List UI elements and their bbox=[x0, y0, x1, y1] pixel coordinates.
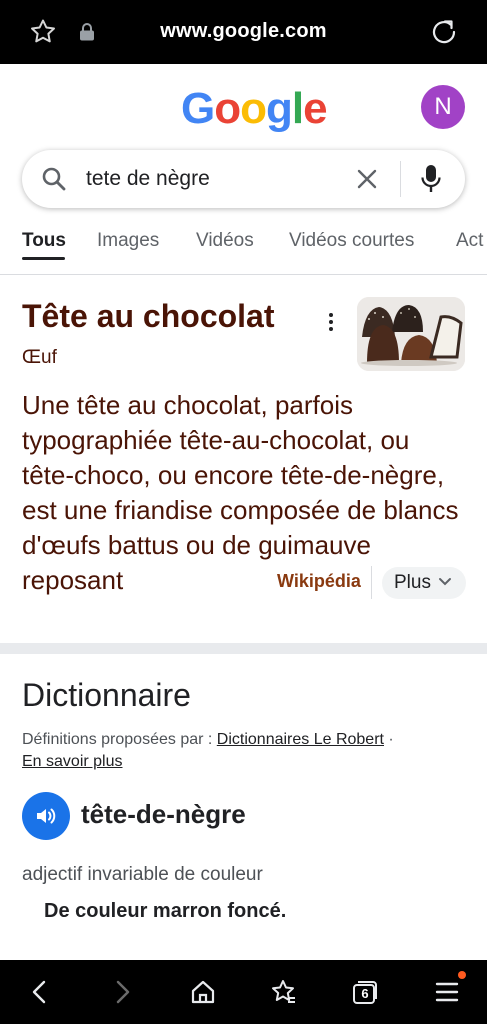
more-options-icon[interactable] bbox=[322, 310, 340, 334]
panel-divider bbox=[371, 566, 372, 599]
section-divider bbox=[0, 643, 487, 654]
tab-count: 6 bbox=[361, 986, 369, 1001]
microphone-icon[interactable] bbox=[420, 163, 442, 195]
account-avatar[interactable]: N bbox=[421, 85, 465, 129]
definition-text: De couleur marron foncé. bbox=[44, 900, 287, 922]
knowledge-panel-subtitle: Œuf bbox=[22, 347, 57, 368]
browser-top-bar: www.google.com bbox=[0, 0, 487, 64]
bookmarks-icon[interactable] bbox=[270, 978, 298, 1006]
tab-short-videos[interactable]: Vidéos courtes bbox=[289, 230, 414, 252]
wikipedia-link[interactable]: Wikipédia bbox=[273, 571, 361, 592]
chevron-down-icon bbox=[439, 578, 451, 586]
google-logo[interactable]: Google bbox=[181, 84, 328, 134]
address-bar-url[interactable]: www.google.com bbox=[0, 20, 487, 43]
search-divider bbox=[400, 161, 401, 197]
source-separator: · bbox=[383, 731, 394, 748]
notification-dot bbox=[458, 971, 466, 979]
forward-icon[interactable] bbox=[108, 978, 136, 1006]
home-icon[interactable] bbox=[189, 978, 217, 1006]
logo-letter: l bbox=[291, 84, 304, 133]
dictionary-source: Définitions proposées par : Dictionnaire… bbox=[22, 729, 467, 773]
pronunciation-button[interactable] bbox=[22, 792, 70, 840]
dictionary-headword: tête-de-nègre bbox=[81, 799, 246, 829]
tab-videos[interactable]: Vidéos bbox=[196, 230, 254, 252]
speaker-icon bbox=[37, 808, 56, 824]
source-prefix: Définitions proposées par : bbox=[22, 731, 217, 748]
back-icon[interactable] bbox=[26, 978, 54, 1006]
active-tab-indicator bbox=[22, 257, 65, 260]
learn-more-link[interactable]: En savoir plus bbox=[22, 753, 123, 770]
provider-link[interactable]: Dictionnaires Le Robert bbox=[217, 731, 384, 748]
logo-letter: g bbox=[266, 84, 293, 133]
search-input[interactable]: tete de nègre bbox=[86, 167, 210, 191]
tab-images[interactable]: Images bbox=[97, 230, 159, 252]
tab-news[interactable]: Act bbox=[456, 230, 483, 252]
clear-icon[interactable] bbox=[354, 166, 380, 192]
search-box[interactable]: tete de nègre bbox=[22, 150, 465, 208]
browser-bottom-bar bbox=[0, 960, 487, 1024]
logo-letter: e bbox=[303, 84, 328, 133]
knowledge-panel-title[interactable]: Tête au chocolat bbox=[22, 298, 275, 335]
reload-icon[interactable] bbox=[428, 16, 460, 48]
tab-all[interactable]: Tous bbox=[22, 230, 66, 252]
logo-letter: G bbox=[181, 84, 215, 133]
dictionary-title: Dictionnaire bbox=[22, 677, 191, 713]
more-button[interactable]: Plus bbox=[382, 567, 466, 599]
chocolate-treats-illustration bbox=[357, 297, 465, 371]
chocolate-treats-image[interactable] bbox=[357, 297, 465, 371]
more-button-label: Plus bbox=[394, 572, 431, 593]
menu-icon[interactable] bbox=[433, 978, 461, 1006]
logo-letter: o bbox=[240, 84, 267, 133]
part-of-speech: adjectif invariable de couleur bbox=[22, 864, 263, 885]
search-icon bbox=[42, 167, 66, 191]
search-tabs: Tous Images Vidéos Vidéos courtes Act bbox=[0, 225, 487, 275]
logo-letter: o bbox=[214, 84, 241, 133]
